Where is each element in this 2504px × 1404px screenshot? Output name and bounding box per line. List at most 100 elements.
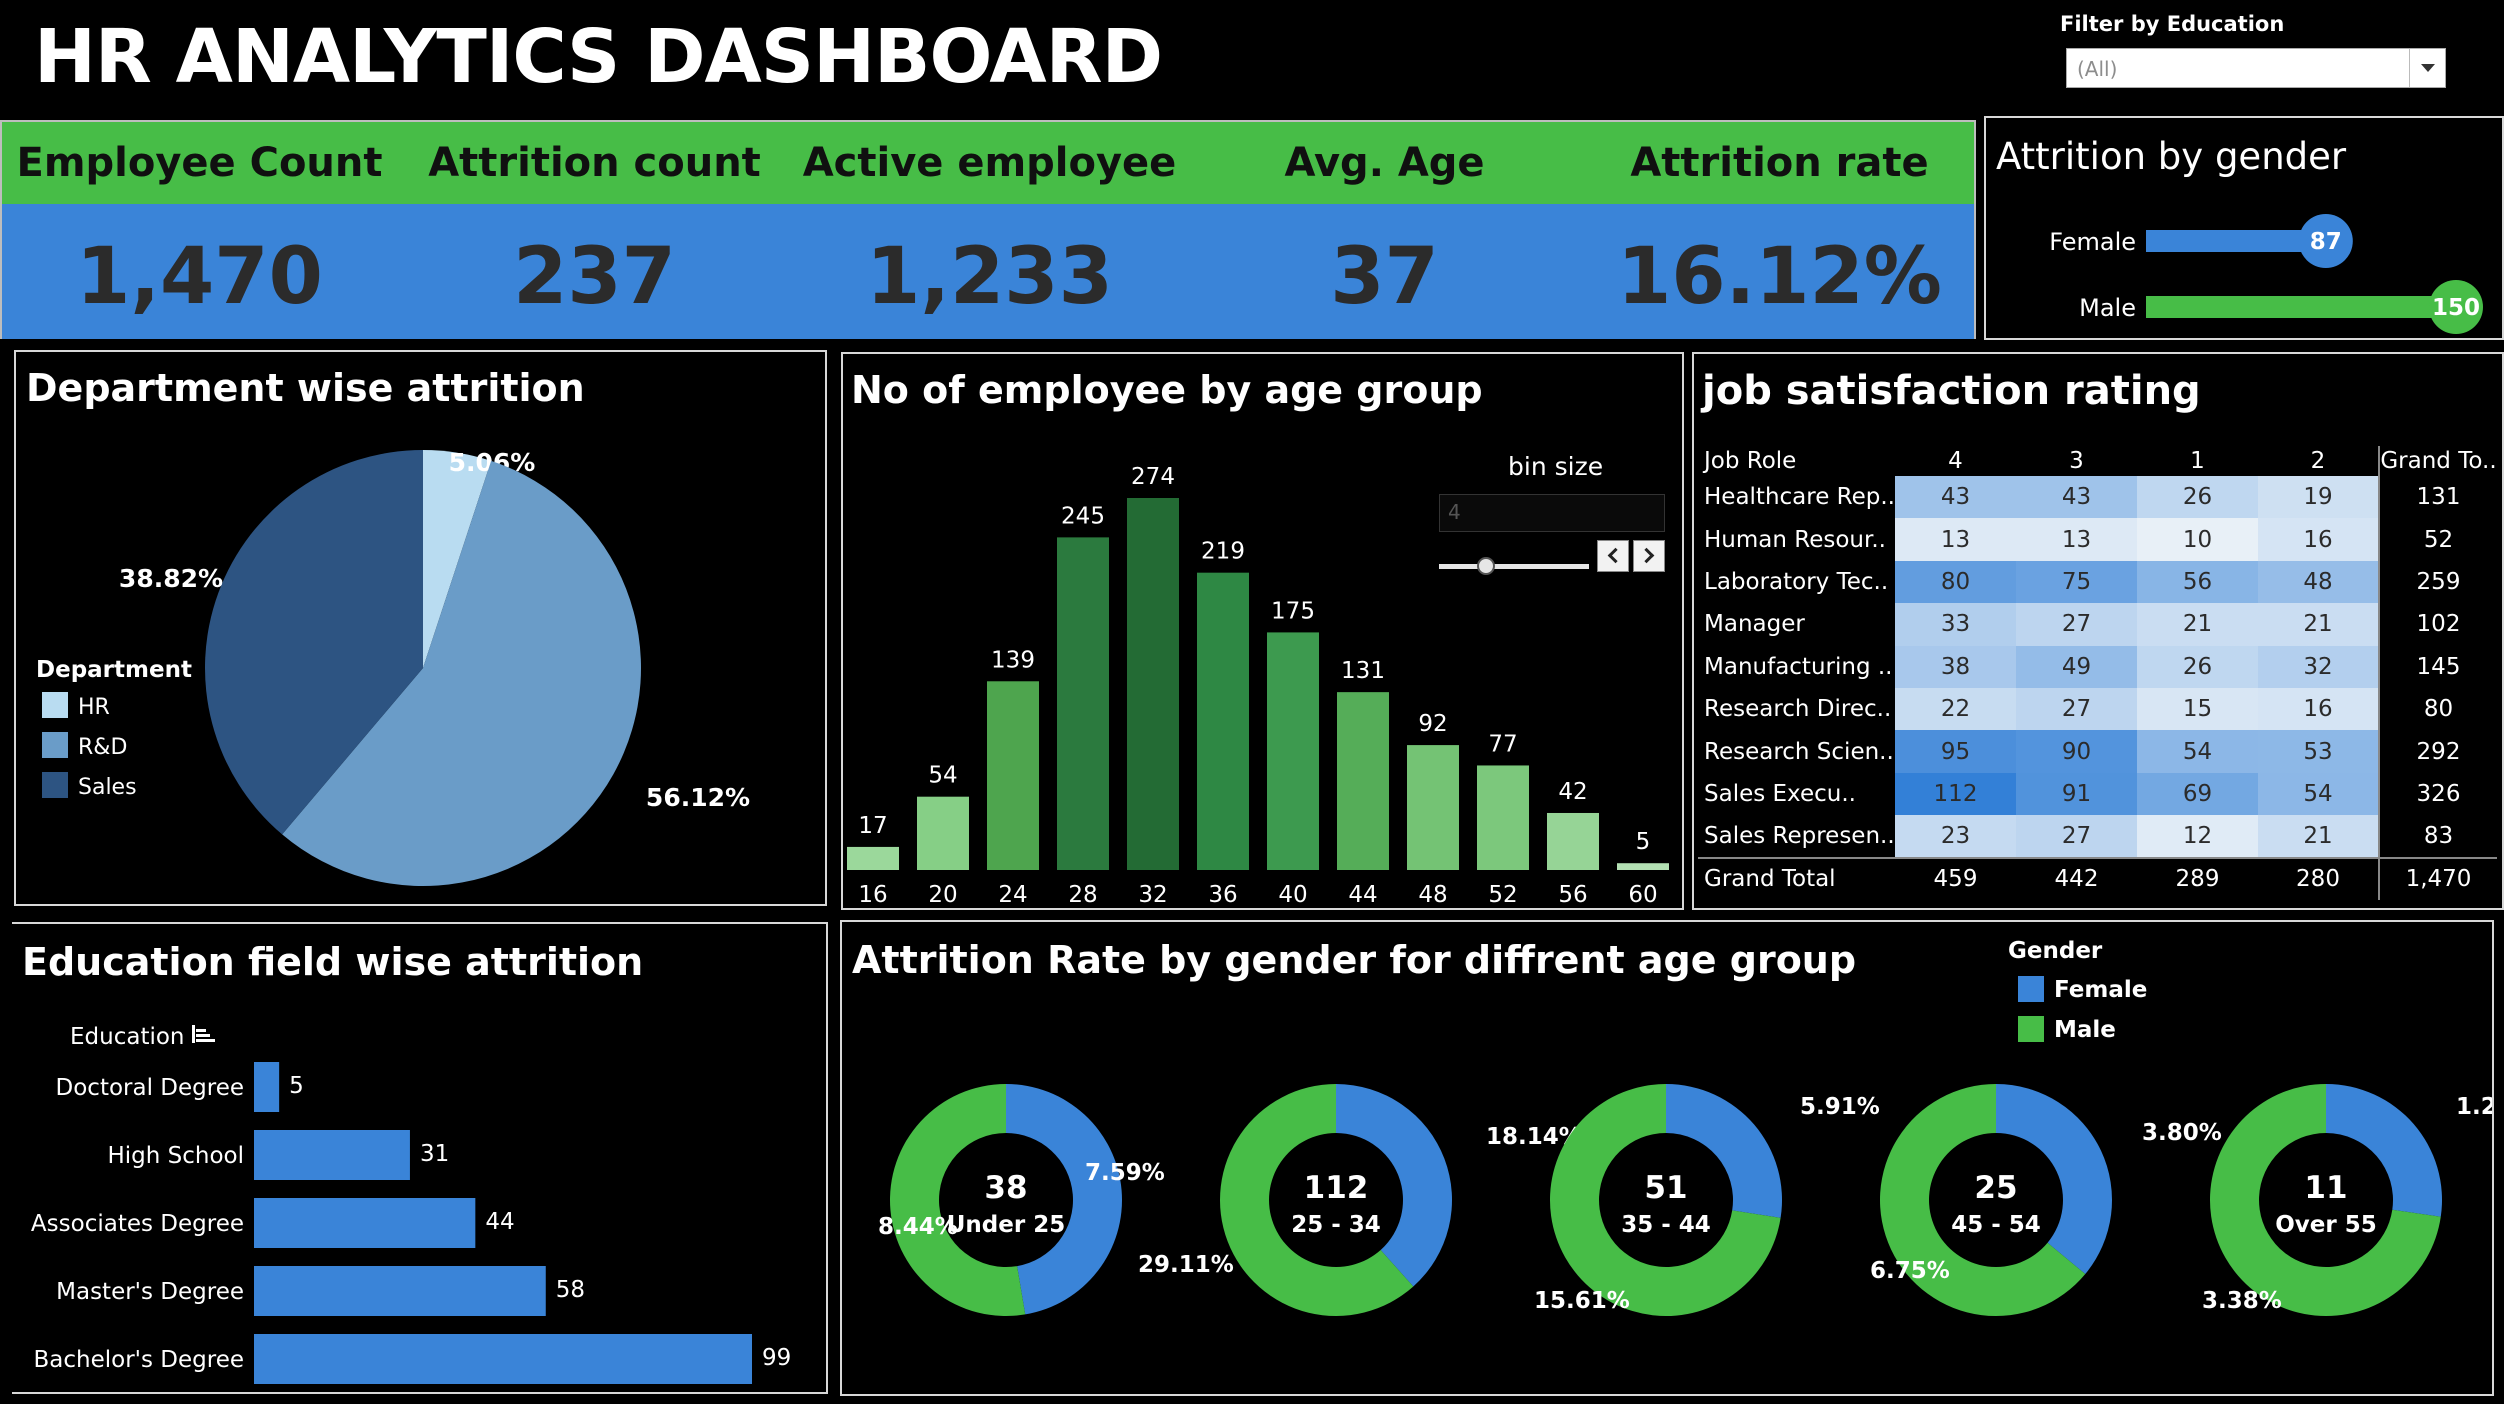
kpi-label: Attrition count xyxy=(428,140,761,186)
pie-slice-label: 38.82% xyxy=(119,564,223,593)
education-bar xyxy=(254,1198,476,1248)
gender-value-label: 87 xyxy=(2310,229,2342,255)
education-bar xyxy=(254,1130,410,1180)
column-header: Job Role xyxy=(1704,448,1797,474)
donut-male-pct: 6.75% xyxy=(1870,1258,1950,1284)
legend-label: HR xyxy=(78,695,110,720)
gender-legend-title: Gender xyxy=(2008,938,2103,964)
donut-count: 38 xyxy=(984,1170,1027,1206)
rating-cell: 27 xyxy=(2016,687,2137,731)
rating-cell: 23 xyxy=(1895,815,2016,858)
rating-cell: 90 xyxy=(2016,730,2137,773)
job-satisfaction-table: Job Role 4 3 1 2 Grand To.. Healthcare R… xyxy=(1698,446,2497,900)
gender-legend-swatch xyxy=(2018,1016,2044,1042)
donut-female-pct: 7.59% xyxy=(1085,1160,1165,1186)
age-bar xyxy=(1127,498,1179,870)
age-bar-value: 77 xyxy=(1488,731,1517,757)
education-attrition-panel: Education field wise attrition Education… xyxy=(12,922,828,1394)
grand-total-cell: 80 xyxy=(2378,687,2497,731)
dashboard-title: HR ANALYTICS DASHBOARD xyxy=(34,14,1163,100)
rating-cell: 21 xyxy=(2258,815,2379,858)
legend-label: Sales xyxy=(78,775,137,800)
grand-total-cell: 52 xyxy=(2378,518,2497,561)
grand-total-cell: 292 xyxy=(2378,730,2497,773)
education-bar xyxy=(254,1266,546,1316)
gender-legend-swatch xyxy=(2018,976,2044,1002)
kpi-value: 1,470 xyxy=(76,232,323,322)
rating-cell: 16 xyxy=(2258,518,2379,561)
job-panel-title: job satisfaction rating xyxy=(1702,368,2201,414)
age-tick-label: 44 xyxy=(1348,882,1377,908)
education-bar-value: 44 xyxy=(485,1209,514,1235)
age-bar xyxy=(1407,745,1459,870)
donut-age-label: 25 - 34 xyxy=(1291,1212,1381,1238)
kpi-label: Avg. Age xyxy=(1284,140,1485,186)
table-row: Sales Execu.. 112 91 69 54 326 xyxy=(1698,772,2497,816)
row-label: Manufacturing .. xyxy=(1704,653,1893,680)
column-header: 3 xyxy=(2069,448,2084,474)
education-bar-chart: Education Doctoral Degree 5 High School 31 A… xyxy=(31,1024,791,1384)
age-tick-label: 28 xyxy=(1068,882,1097,908)
rating-cell: 69 xyxy=(2137,772,2258,816)
table-row: Research Scien.. 95 90 54 53 292 xyxy=(1698,730,2497,773)
age-bar-value: 42 xyxy=(1558,779,1587,805)
rating-cell: 13 xyxy=(2016,518,2137,561)
grand-total-cell: 259 xyxy=(2378,560,2497,604)
age-tick-label: 52 xyxy=(1488,882,1517,908)
age-tick-label: 40 xyxy=(1278,882,1307,908)
education-filter-select[interactable]: (All) xyxy=(2066,48,2446,88)
column-header: Grand To.. xyxy=(2378,446,2497,476)
age-tick-label: 56 xyxy=(1558,882,1587,908)
age-tick-label: 24 xyxy=(998,882,1027,908)
table-row: Manager 33 27 21 21 102 xyxy=(1698,603,2497,646)
age-bar xyxy=(987,681,1039,870)
kpi-label: Active employee xyxy=(802,140,1177,186)
donut-female-pct: 5.91% xyxy=(1800,1094,1880,1120)
kpi-value: 37 xyxy=(1330,232,1439,322)
donut-male-pct: 29.11% xyxy=(1138,1252,1234,1278)
gender-age-attrition-panel: Attrition Rate by gender for diffrent ag… xyxy=(840,920,2494,1396)
gender-bar-male xyxy=(2146,296,2456,318)
row-label: Sales Execu.. xyxy=(1704,780,1856,807)
row-label: Healthcare Rep.. xyxy=(1704,484,1895,511)
column-header: 2 xyxy=(2310,448,2326,474)
age-bar xyxy=(1267,632,1319,870)
age-bar-value: 17 xyxy=(858,813,887,839)
chevron-down-icon[interactable] xyxy=(2409,49,2445,87)
sort-icon[interactable] xyxy=(192,1025,215,1043)
age-bar xyxy=(1477,765,1529,870)
age-bar-value: 131 xyxy=(1341,658,1385,684)
age-tick-label: 16 xyxy=(858,882,887,908)
rating-cell: 16 xyxy=(2258,687,2379,731)
row-label: Manager xyxy=(1704,611,1805,638)
kpi-avg-age: Avg. Age 37 xyxy=(1187,122,1582,339)
donut-count: 51 xyxy=(1644,1170,1687,1206)
kpi-active-employee: Active employee 1,233 xyxy=(792,122,1187,339)
gender-legend-label: Female xyxy=(2054,977,2147,1003)
kpi-label: Employee Count xyxy=(16,140,383,186)
row-label: Grand Total xyxy=(1698,856,1895,900)
table-total-row: Grand Total 459 442 289 280 1,470 xyxy=(1698,856,2497,900)
rating-cell: 53 xyxy=(2258,730,2379,773)
donut-count: 11 xyxy=(2304,1170,2347,1206)
gender-value-label: 150 xyxy=(2432,295,2480,321)
rating-cell: 48 xyxy=(2258,560,2379,604)
table-header-row: Job Role 4 3 1 2 Grand To.. xyxy=(1698,446,2497,476)
rating-cell: 43 xyxy=(1895,476,2016,519)
rating-cell: 21 xyxy=(2258,603,2379,646)
age-bar xyxy=(1547,812,1599,870)
grand-total-cell: 102 xyxy=(2378,603,2497,646)
column-header: 4 xyxy=(1948,448,1963,474)
gender-legend-label: Male xyxy=(2054,1017,2116,1043)
gender-label-male: Male xyxy=(2079,294,2136,322)
age-bar-value: 219 xyxy=(1201,539,1245,565)
education-category-label: Doctoral Degree xyxy=(56,1075,244,1101)
education-category-label: Associates Degree xyxy=(31,1211,244,1237)
rating-cell: 459 xyxy=(1895,856,2016,900)
rating-cell: 289 xyxy=(2137,856,2258,900)
education-bar xyxy=(254,1334,752,1384)
donut-count: 25 xyxy=(1974,1170,2017,1206)
rating-cell: 442 xyxy=(2016,856,2137,900)
education-category-label: High School xyxy=(107,1143,244,1169)
department-legend-title: Department xyxy=(36,657,192,683)
